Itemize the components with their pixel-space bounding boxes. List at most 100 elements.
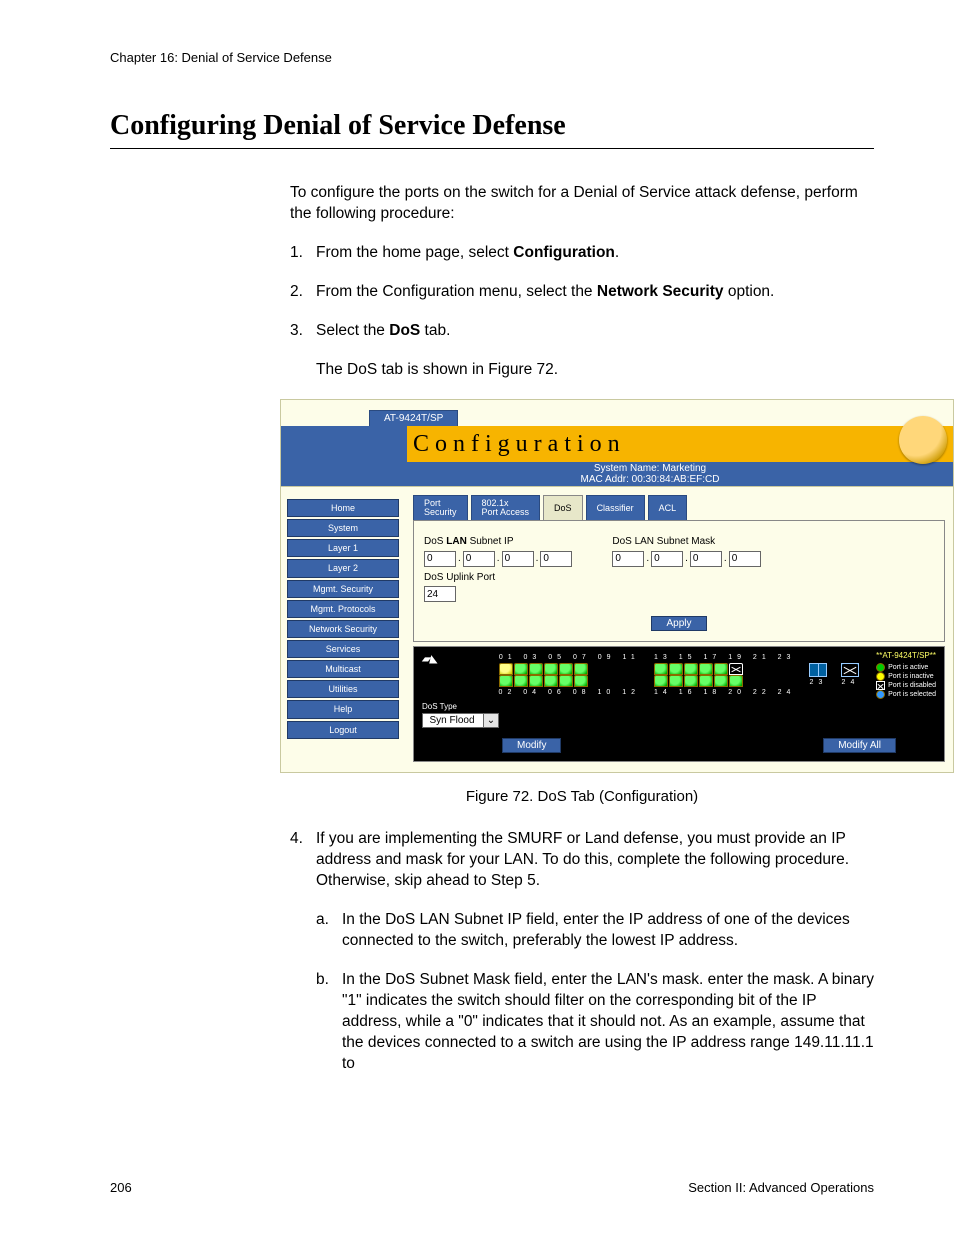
uplink-label-23: 23 [810,678,828,687]
sidebar-item-system[interactable]: System [287,519,399,537]
chapter-header: Chapter 16: Denial of Service Defense [110,50,874,65]
step-2: From the Configuration menu, select the … [290,282,874,303]
step-4b: In the DoS Subnet Mask field, enter the … [316,970,874,1075]
port-1[interactable] [499,663,513,675]
step-1: From the home page, select Configuration… [290,243,874,264]
uplink-port-input[interactable] [424,586,456,602]
port-14[interactable] [654,675,668,687]
ip-octet-4[interactable] [540,551,572,567]
step-3: Select the DoS tab. The DoS tab is shown… [290,321,874,381]
chevron-down-icon: ⌄ [483,714,498,728]
port-21[interactable] [714,663,728,675]
sidebar-item-layer2[interactable]: Layer 2 [287,559,399,577]
tab-row: Port Security 802.1x Port Access DoS Cla… [413,495,945,520]
legend-inactive-icon [876,672,885,681]
sidebar-item-mgmt-protocols[interactable]: Mgmt. Protocols [287,600,399,618]
vendor-logo-icon: ▰◣ [422,653,437,667]
intro-text: To configure the ports on the switch for… [290,183,874,225]
sidebar-item-layer1[interactable]: Layer 1 [287,539,399,557]
port-4[interactable] [514,675,528,687]
dos-type-select[interactable]: Syn Flood ⌄ [422,713,499,729]
port-labels-bot-a: 02 04 06 08 10 12 [499,688,640,697]
sidebar-item-network-security[interactable]: Network Security [287,620,399,638]
uplink-label-24: 24 [842,678,860,687]
port-9[interactable] [559,663,573,675]
lan-subnet-ip-input[interactable]: . . . [424,551,572,567]
sidebar-item-home[interactable]: Home [287,499,399,517]
apply-button[interactable]: Apply [651,616,706,631]
mask-octet-3[interactable] [690,551,722,567]
ip-octet-2[interactable] [463,551,495,567]
sidebar: Home System Layer 1 Layer 2 Mgmt. Securi… [281,487,405,772]
uplink-port-23[interactable] [809,663,827,677]
page-title: Configuring Denial of Service Defense [110,110,874,142]
tab-classifier[interactable]: Classifier [586,495,645,520]
port-22[interactable] [714,675,728,687]
port-15[interactable] [669,663,683,675]
port-5[interactable] [529,663,543,675]
lan-subnet-ip-label: DoS LAN Subnet IP [424,535,572,549]
modify-button[interactable]: Modify [502,738,561,753]
title-rule [110,148,874,149]
port-20[interactable] [699,675,713,687]
uplink-port-24[interactable] [841,663,859,677]
port-10[interactable] [559,675,573,687]
footer-section: Section II: Advanced Operations [688,1180,874,1195]
dos-config-panel: DoS LAN Subnet IP . . . DoS Uplink Port [413,520,945,642]
step-4: If you are implementing the SMURF or Lan… [290,829,874,1074]
port-24[interactable] [729,675,743,687]
port-legend: Port is active Port is inactive Port is … [876,663,936,699]
system-name: System Name: Marketing [407,463,893,474]
lan-subnet-mask-label: DoS LAN Subnet Mask [612,535,760,549]
dos-type-value: Syn Flood [423,714,483,728]
mac-addr: MAC Addr: 00:30:84:AB:EF:CD [407,474,893,485]
step-3-note: The DoS tab is shown in Figure 72. [316,360,874,381]
mask-octet-1[interactable] [612,551,644,567]
port-19[interactable] [699,663,713,675]
port-11[interactable] [574,663,588,675]
port-3[interactable] [514,663,528,675]
sidebar-item-services[interactable]: Services [287,640,399,658]
sidebar-item-multicast[interactable]: Multicast [287,660,399,678]
lan-subnet-mask-input[interactable]: . . . [612,551,760,567]
port-17[interactable] [684,663,698,675]
figure-caption: Figure 72. DoS Tab (Configuration) [290,787,874,807]
ip-octet-3[interactable] [502,551,534,567]
legend-active-icon [876,663,885,672]
port-23[interactable] [729,663,743,675]
dos-type-label: DoS Type [422,702,457,713]
tab-port-access[interactable]: 802.1x Port Access [471,495,541,520]
model-tab[interactable]: AT-9424T/SP [369,410,458,427]
step-4a: In the DoS LAN Subnet IP field, enter th… [316,910,874,952]
legend-disabled-icon [876,681,885,690]
ip-octet-1[interactable] [424,551,456,567]
port-13[interactable] [654,663,668,675]
port-16[interactable] [669,675,683,687]
port-status-panel: ▰◣ **AT-9424T/SP** Port is active Port i… [413,646,945,762]
port-8[interactable] [544,675,558,687]
tab-dos[interactable]: DoS [543,495,583,520]
tab-acl[interactable]: ACL [648,495,688,520]
mask-octet-4[interactable] [729,551,761,567]
seal-icon [899,416,947,464]
port-6[interactable] [529,675,543,687]
tab-port-security[interactable]: Port Security [413,495,468,520]
port-18[interactable] [684,675,698,687]
uplink-port-label: DoS Uplink Port [424,571,572,585]
port-7[interactable] [544,663,558,675]
sidebar-item-logout[interactable]: Logout [287,721,399,739]
port-labels-bot-b: 14 16 18 20 22 24 [654,688,795,697]
modify-all-button[interactable]: Modify All [823,738,896,753]
port-12[interactable] [574,675,588,687]
banner: Configuration [281,426,953,462]
sidebar-item-mgmt-security[interactable]: Mgmt. Security [287,580,399,598]
port-2[interactable] [499,675,513,687]
figure-72-screenshot: AT-9424T/SP Configuration System Name: M… [280,399,954,774]
legend-selected-icon [876,690,885,699]
banner-title: Configuration [413,428,626,460]
model-label: **AT-9424T/SP** [876,651,936,662]
page-number: 206 [110,1180,132,1195]
mask-octet-2[interactable] [651,551,683,567]
sidebar-item-utilities[interactable]: Utilities [287,680,399,698]
sidebar-item-help[interactable]: Help [287,700,399,718]
